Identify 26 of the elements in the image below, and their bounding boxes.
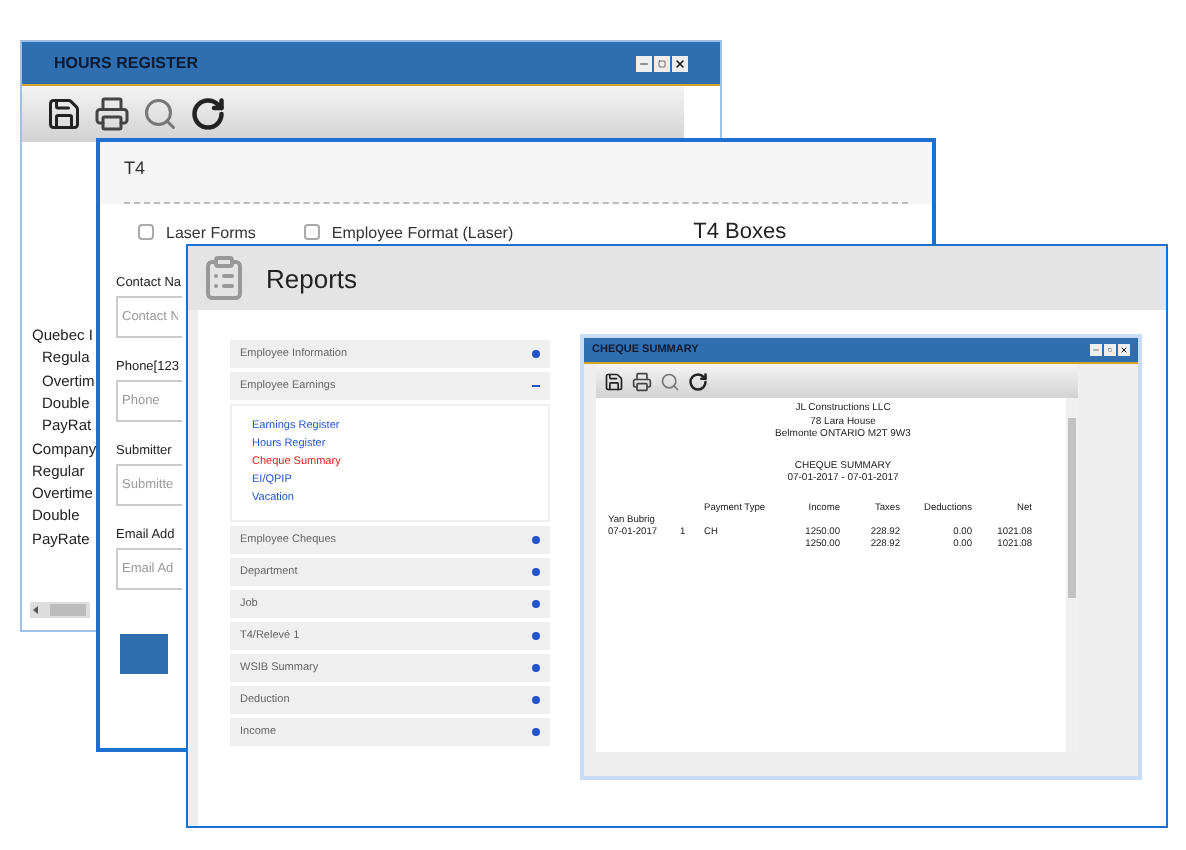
page-title: Reports <box>266 263 358 293</box>
window-title: HOURS REGISTER <box>54 54 199 72</box>
close-icon <box>674 57 686 69</box>
clipboard-icon <box>200 254 248 302</box>
search-icon[interactable] <box>660 371 680 391</box>
left-arrow-icon[interactable] <box>30 604 42 616</box>
save-icon[interactable] <box>604 371 624 391</box>
restore-button[interactable] <box>654 55 670 71</box>
checkbox-option[interactable]: Employee Format (Laser) <box>303 223 514 241</box>
vertical-scrollbar[interactable] <box>1066 398 1078 752</box>
restore-icon <box>658 59 666 67</box>
minimize-icon <box>1092 346 1100 354</box>
panel-title: T4 <box>124 158 148 178</box>
printer-icon[interactable] <box>632 371 652 391</box>
refresh-icon[interactable] <box>190 96 226 132</box>
search-icon[interactable] <box>142 96 178 132</box>
refresh-icon[interactable] <box>688 371 708 391</box>
checkbox-option[interactable]: Laser Forms <box>138 223 256 241</box>
close-button[interactable] <box>672 55 688 71</box>
printer-icon[interactable] <box>94 96 130 132</box>
save-icon[interactable] <box>46 96 82 132</box>
close-button[interactable] <box>1118 344 1130 356</box>
section-heading: T4 Boxes <box>693 220 787 244</box>
horizontal-scrollbar[interactable] <box>30 602 90 618</box>
minimize-icon <box>638 57 650 69</box>
minimize-button[interactable] <box>636 55 652 71</box>
